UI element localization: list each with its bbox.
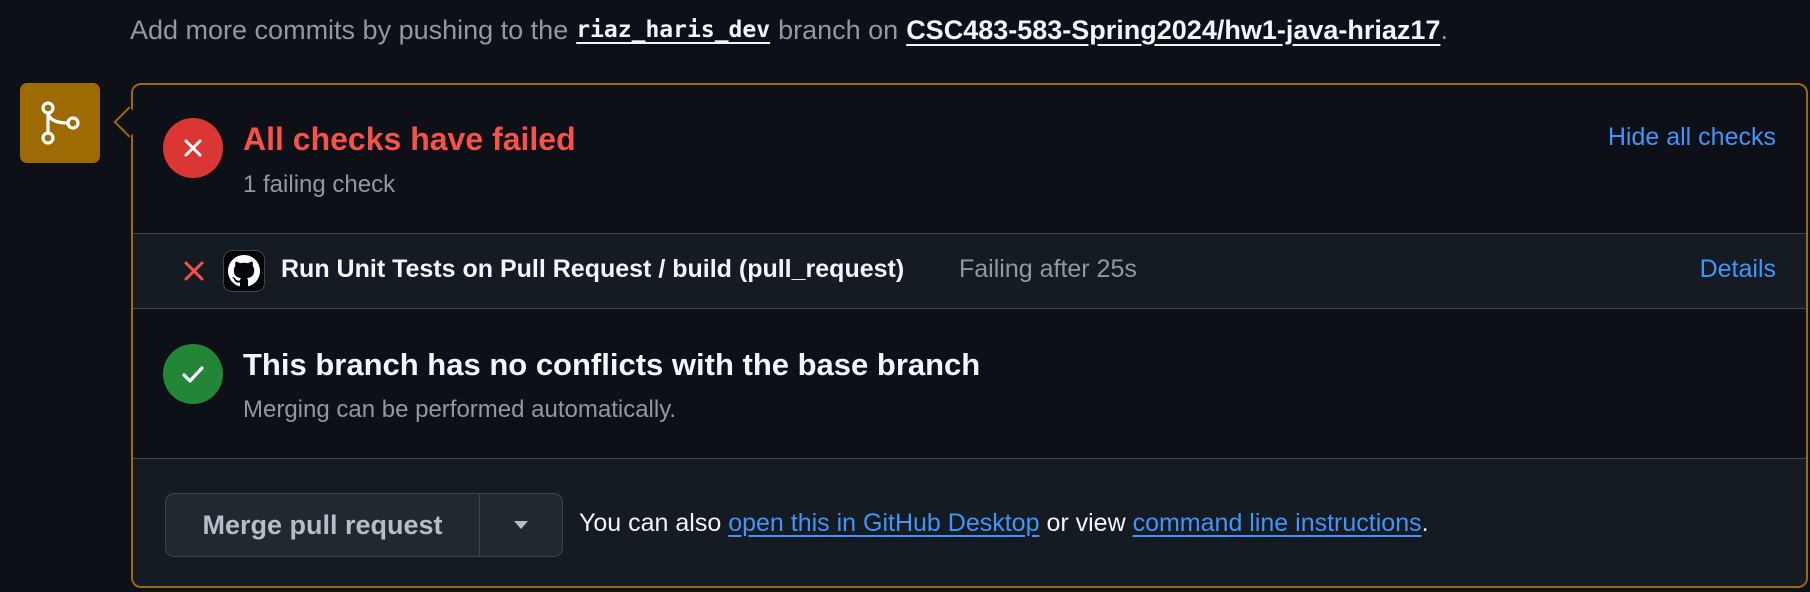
github-icon [223, 250, 265, 292]
checks-subtitle: 1 failing check [243, 171, 396, 198]
merge-options-dropdown[interactable] [480, 494, 562, 556]
push-instructions-prefix: Add more commits by pushing to the [130, 14, 569, 45]
push-instructions: Add more commits by pushing to the riaz_… [130, 10, 1448, 50]
merge-button-group: Merge pull request [165, 493, 563, 557]
check-circle-icon [163, 344, 223, 404]
details-link[interactable]: Details [1700, 255, 1776, 284]
github-desktop-link[interactable]: open this in GitHub Desktop [728, 509, 1039, 537]
also-prefix: You can also [579, 509, 722, 537]
triangle-down-icon [514, 521, 528, 529]
repository-link[interactable]: CSC483-583-Spring2024/hw1-java-hriaz17 [906, 15, 1440, 46]
check-status: Failing after 25s [959, 255, 1137, 283]
also-suffix: . [1421, 509, 1429, 537]
branch-name-link[interactable]: riaz_haris_dev [576, 17, 770, 43]
push-instructions-suffix: . [1440, 14, 1448, 45]
check-name: Run Unit Tests on Pull Request / build (… [281, 255, 905, 283]
merge-pull-request-button[interactable]: Merge pull request [166, 494, 480, 556]
check-row: Run Unit Tests on Pull Request / build (… [133, 233, 1806, 309]
checks-summary: All checks have failed 1 failing check H… [133, 85, 1806, 233]
command-line-instructions-link[interactable]: command line instructions [1133, 509, 1422, 537]
push-instructions-middle: branch on [778, 14, 899, 45]
no-conflicts-subtitle: Merging can be performed automatically. [243, 396, 677, 423]
x-circle-icon [163, 118, 223, 178]
x-icon [181, 258, 207, 289]
checks-title: All checks have failed [243, 121, 576, 157]
or-view-text: or view [1046, 509, 1126, 537]
merge-box: All checks have failed 1 failing check H… [131, 83, 1808, 588]
alternative-merge-text: You can also open this in GitHub Desktop… [579, 509, 1429, 538]
git-merge-icon [20, 83, 100, 163]
no-conflicts-title: This branch has no conflicts with the ba… [243, 347, 981, 382]
merge-actions: Merge pull request You can also open thi… [133, 458, 1806, 586]
hide-all-checks-link[interactable]: Hide all checks [1608, 123, 1776, 152]
